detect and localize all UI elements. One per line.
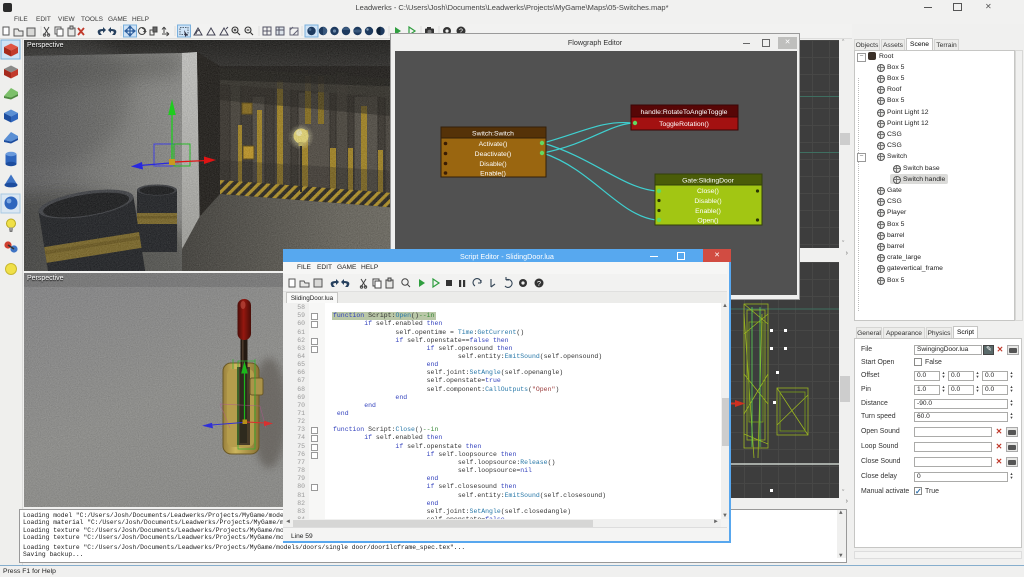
svg-text:ToggleRotation(): ToggleRotation() [659, 121, 709, 128]
svg-text:Deactivate(): Deactivate() [475, 151, 512, 158]
svg-text:Activate(): Activate() [479, 141, 508, 148]
svg-text:handle:RotateToAngleToggle: handle:RotateToAngleToggle [641, 109, 728, 116]
svg-text:Enable(): Enable() [480, 171, 506, 178]
svg-text:Enable(): Enable() [695, 208, 721, 215]
svg-text:Switch:Switch: Switch:Switch [472, 131, 514, 138]
svg-text:Open(): Open() [697, 218, 718, 225]
svg-text:Disable(): Disable() [694, 198, 721, 205]
svg-text:Close(): Close() [697, 188, 719, 195]
svg-text:Disable(): Disable() [479, 161, 506, 168]
svg-text:?: ? [537, 279, 541, 288]
svg-text:Gate:SlidingDoor: Gate:SlidingDoor [682, 178, 734, 185]
